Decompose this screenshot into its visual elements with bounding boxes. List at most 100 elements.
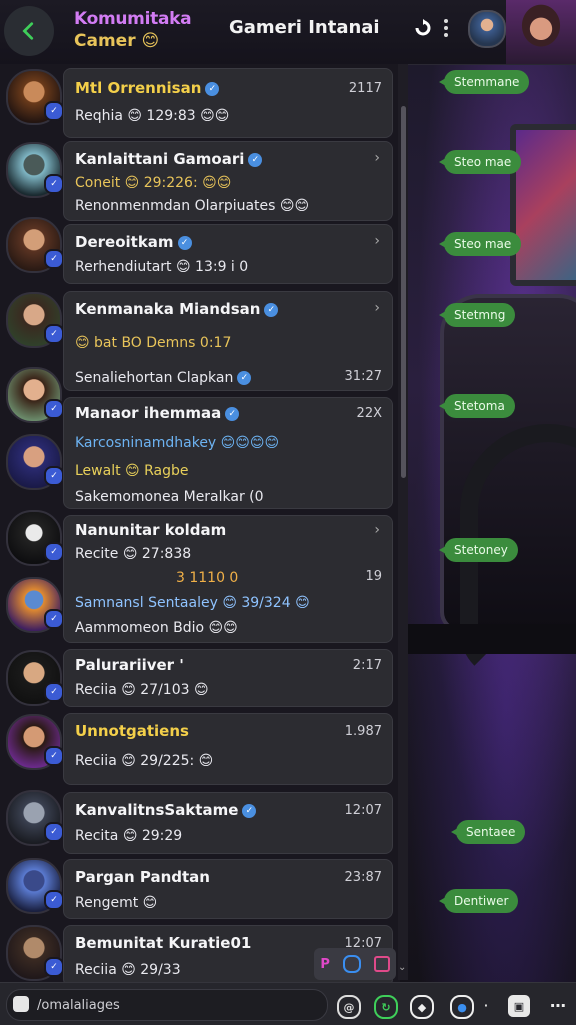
verified-badge-icon: ✓ [44, 101, 64, 121]
discord-icon[interactable]: ● [450, 995, 474, 1019]
more-options-icon[interactable] [436, 15, 456, 41]
avatar[interactable]: ✓ [6, 577, 64, 633]
chat-preview-secondary: Senaliehortan Clapkan [75, 370, 234, 386]
chat-preview: Reciia 😊 29/225: 😊 [75, 753, 214, 769]
verified-icon: ✓ [225, 406, 240, 421]
verified-badge-icon: ✓ [44, 957, 64, 977]
chevron-right-icon[interactable]: › [374, 150, 380, 166]
avatar[interactable]: ✓ [6, 217, 64, 273]
avatar[interactable]: ✓ [6, 367, 64, 423]
chat-preview: Reciia 😊 29/33 [75, 962, 181, 978]
chat-card[interactable]: Unnotgatiens 1.987 Reciia 😊 29/225: 😊 [63, 713, 393, 785]
verified-icon: ✓ [177, 235, 192, 250]
green-status-icon[interactable]: ↻ [374, 995, 398, 1019]
chat-time: 31:27 [344, 369, 382, 384]
chat-name: Bemunitat Kuratie01 [75, 934, 252, 952]
avatar[interactable]: ✓ [6, 925, 64, 981]
status-bubble[interactable]: Stetoney [439, 538, 518, 562]
chevron-right-icon[interactable]: › [374, 233, 380, 249]
blue-ring-icon[interactable] [342, 955, 361, 973]
avatar[interactable]: ✓ [6, 714, 64, 770]
chat-name: KanvalitnsSaktame [75, 801, 239, 819]
status-bubble[interactable]: Steo mae [438, 150, 522, 174]
chat-time: 1.987 [344, 724, 382, 739]
avatar[interactable]: ✓ [6, 510, 64, 566]
avatar[interactable]: ✓ [6, 650, 64, 706]
chat-name: Dereoitkam [75, 233, 174, 251]
composer-bar: @ ↻ ◆ ● · ▣ ⋯ [0, 982, 576, 1025]
p-button[interactable]: P [320, 957, 330, 972]
status-bubble[interactable]: Stemmane [438, 70, 530, 94]
reaction-toolbar: P [314, 948, 396, 980]
chat-preview-tag: Lewalt 😊 Ragbe [75, 463, 189, 479]
avatar[interactable]: ✓ [6, 292, 64, 348]
avatar[interactable]: ✓ [6, 790, 64, 846]
dot-icon: · [483, 998, 489, 1012]
gallery-icon[interactable]: ▣ [508, 995, 530, 1017]
at-icon[interactable]: @ [337, 995, 361, 1019]
community-subtitle: Camer 😊 [74, 31, 160, 51]
scrollbar-thumb[interactable] [401, 106, 406, 478]
chat-card[interactable]: Kanlaittani Gamoari ✓ › Coneit 😊 29:226: … [63, 141, 393, 221]
chat-preview-tertiary: Aammomeon Bdio 😊😊 [75, 620, 238, 636]
chat-preview: Karcosninamdhakey 😊😊😊😊 [75, 435, 280, 451]
community-name: Komumitaka [74, 9, 192, 29]
chevron-right-icon[interactable]: › [374, 522, 380, 538]
chat-card[interactable]: Nanunitar koldam › Recite 😊 27:838 3 111… [63, 515, 393, 643]
status-bubble[interactable]: Sentaee [450, 820, 526, 844]
message-input[interactable] [35, 994, 319, 1016]
chat-preview: Rengemt 😊 [75, 895, 158, 911]
chat-time: 2:17 [352, 658, 382, 673]
status-bubble[interactable]: Dentiwer [438, 889, 519, 913]
back-arrow-icon [22, 22, 34, 40]
chat-card[interactable]: Pargan Pandtan 23:87 Rengemt 😊 [63, 859, 393, 919]
avatar[interactable]: ✓ [6, 69, 64, 125]
verified-badge-icon: ✓ [44, 682, 64, 702]
chat-name: Mtl Orrennisan [75, 79, 202, 97]
chat-time: 22X [356, 406, 382, 421]
chat-time: 2117 [348, 81, 382, 96]
chat-card[interactable]: Palurariiver ' 2:17 Reciia 😊 27/103 😊 [63, 649, 393, 707]
verified-badge-icon: ✓ [44, 890, 64, 910]
avatar[interactable]: ✓ [6, 434, 64, 490]
back-button[interactable] [4, 6, 54, 56]
chat-time: 23:87 [344, 870, 382, 885]
shield-icon[interactable]: ◆ [410, 995, 434, 1019]
chat-card[interactable]: Manaor ihemmaa ✓ 22X Karcosninamdhakey 😊😊… [63, 397, 393, 509]
verified-badge-icon: ✓ [44, 399, 64, 419]
chat-list: ✓ ✓ ✓ ✓ ✓ ✓ ✓ ✓ ✓ ✓ ✓ ✓ ✓ Mtl Orrennisan… [0, 64, 400, 982]
chat-preview: Reqhia 😊 129:83 😊😊 [75, 108, 230, 124]
status-bubble[interactable]: Stetmng [438, 303, 516, 327]
verified-badge-icon: ✓ [44, 249, 64, 269]
chat-name: Kanlaittani Gamoari [75, 150, 245, 168]
verified-icon: ✓ [248, 152, 263, 167]
verified-badge-icon: ✓ [44, 746, 64, 766]
scroll-down-icon[interactable]: ⌄ [398, 962, 410, 976]
avatar[interactable]: ✓ [6, 142, 64, 198]
user-avatar[interactable] [468, 10, 506, 48]
chat-card[interactable]: Dereoitkam ✓ › Rerhendiutart 😊 13:9 i 0 [63, 224, 393, 284]
chat-preview-secondary: Samnansl Sentaaley 😊 39/324 😊 [75, 595, 310, 611]
attach-icon[interactable] [13, 996, 29, 1012]
chat-card[interactable]: KanvalitnsSaktame ✓ 12:07 Recita 😊 29:29 [63, 792, 393, 854]
pink-square-icon[interactable] [373, 956, 390, 972]
status-bubble[interactable]: Steo mae [438, 232, 522, 256]
chat-preview: Rerhendiutart 😊 13:9 i 0 [75, 259, 249, 275]
chat-card[interactable]: Kenmanaka Miandsan ✓ › 😊 bat BO Demns 0:1… [63, 291, 393, 391]
chat-preview-secondary: Renonmenmdan Olarpiuates 😊😊 [75, 198, 310, 214]
chat-card[interactable]: Mtl Orrennisan ✓ 2117 Reqhia 😊 129:83 😊😊 [63, 68, 393, 138]
chat-name: Manaor ihemmaa [75, 404, 222, 422]
chat-time: 12:07 [344, 803, 382, 818]
avatar[interactable]: ✓ [6, 858, 64, 914]
verified-icon: ✓ [264, 302, 279, 317]
share-icon[interactable] [410, 15, 436, 41]
more-icon[interactable]: ⋯ [548, 995, 568, 1015]
chat-time: 19 [365, 569, 382, 584]
chevron-right-icon[interactable]: › [374, 300, 380, 316]
profile-portrait [506, 0, 576, 64]
desk-graphic [400, 624, 576, 654]
status-bubble[interactable]: Stetoma [439, 394, 515, 418]
chat-name: Pargan Pandtan [75, 868, 210, 886]
chat-name: Kenmanaka Miandsan [75, 300, 261, 318]
background-scene [400, 64, 576, 982]
